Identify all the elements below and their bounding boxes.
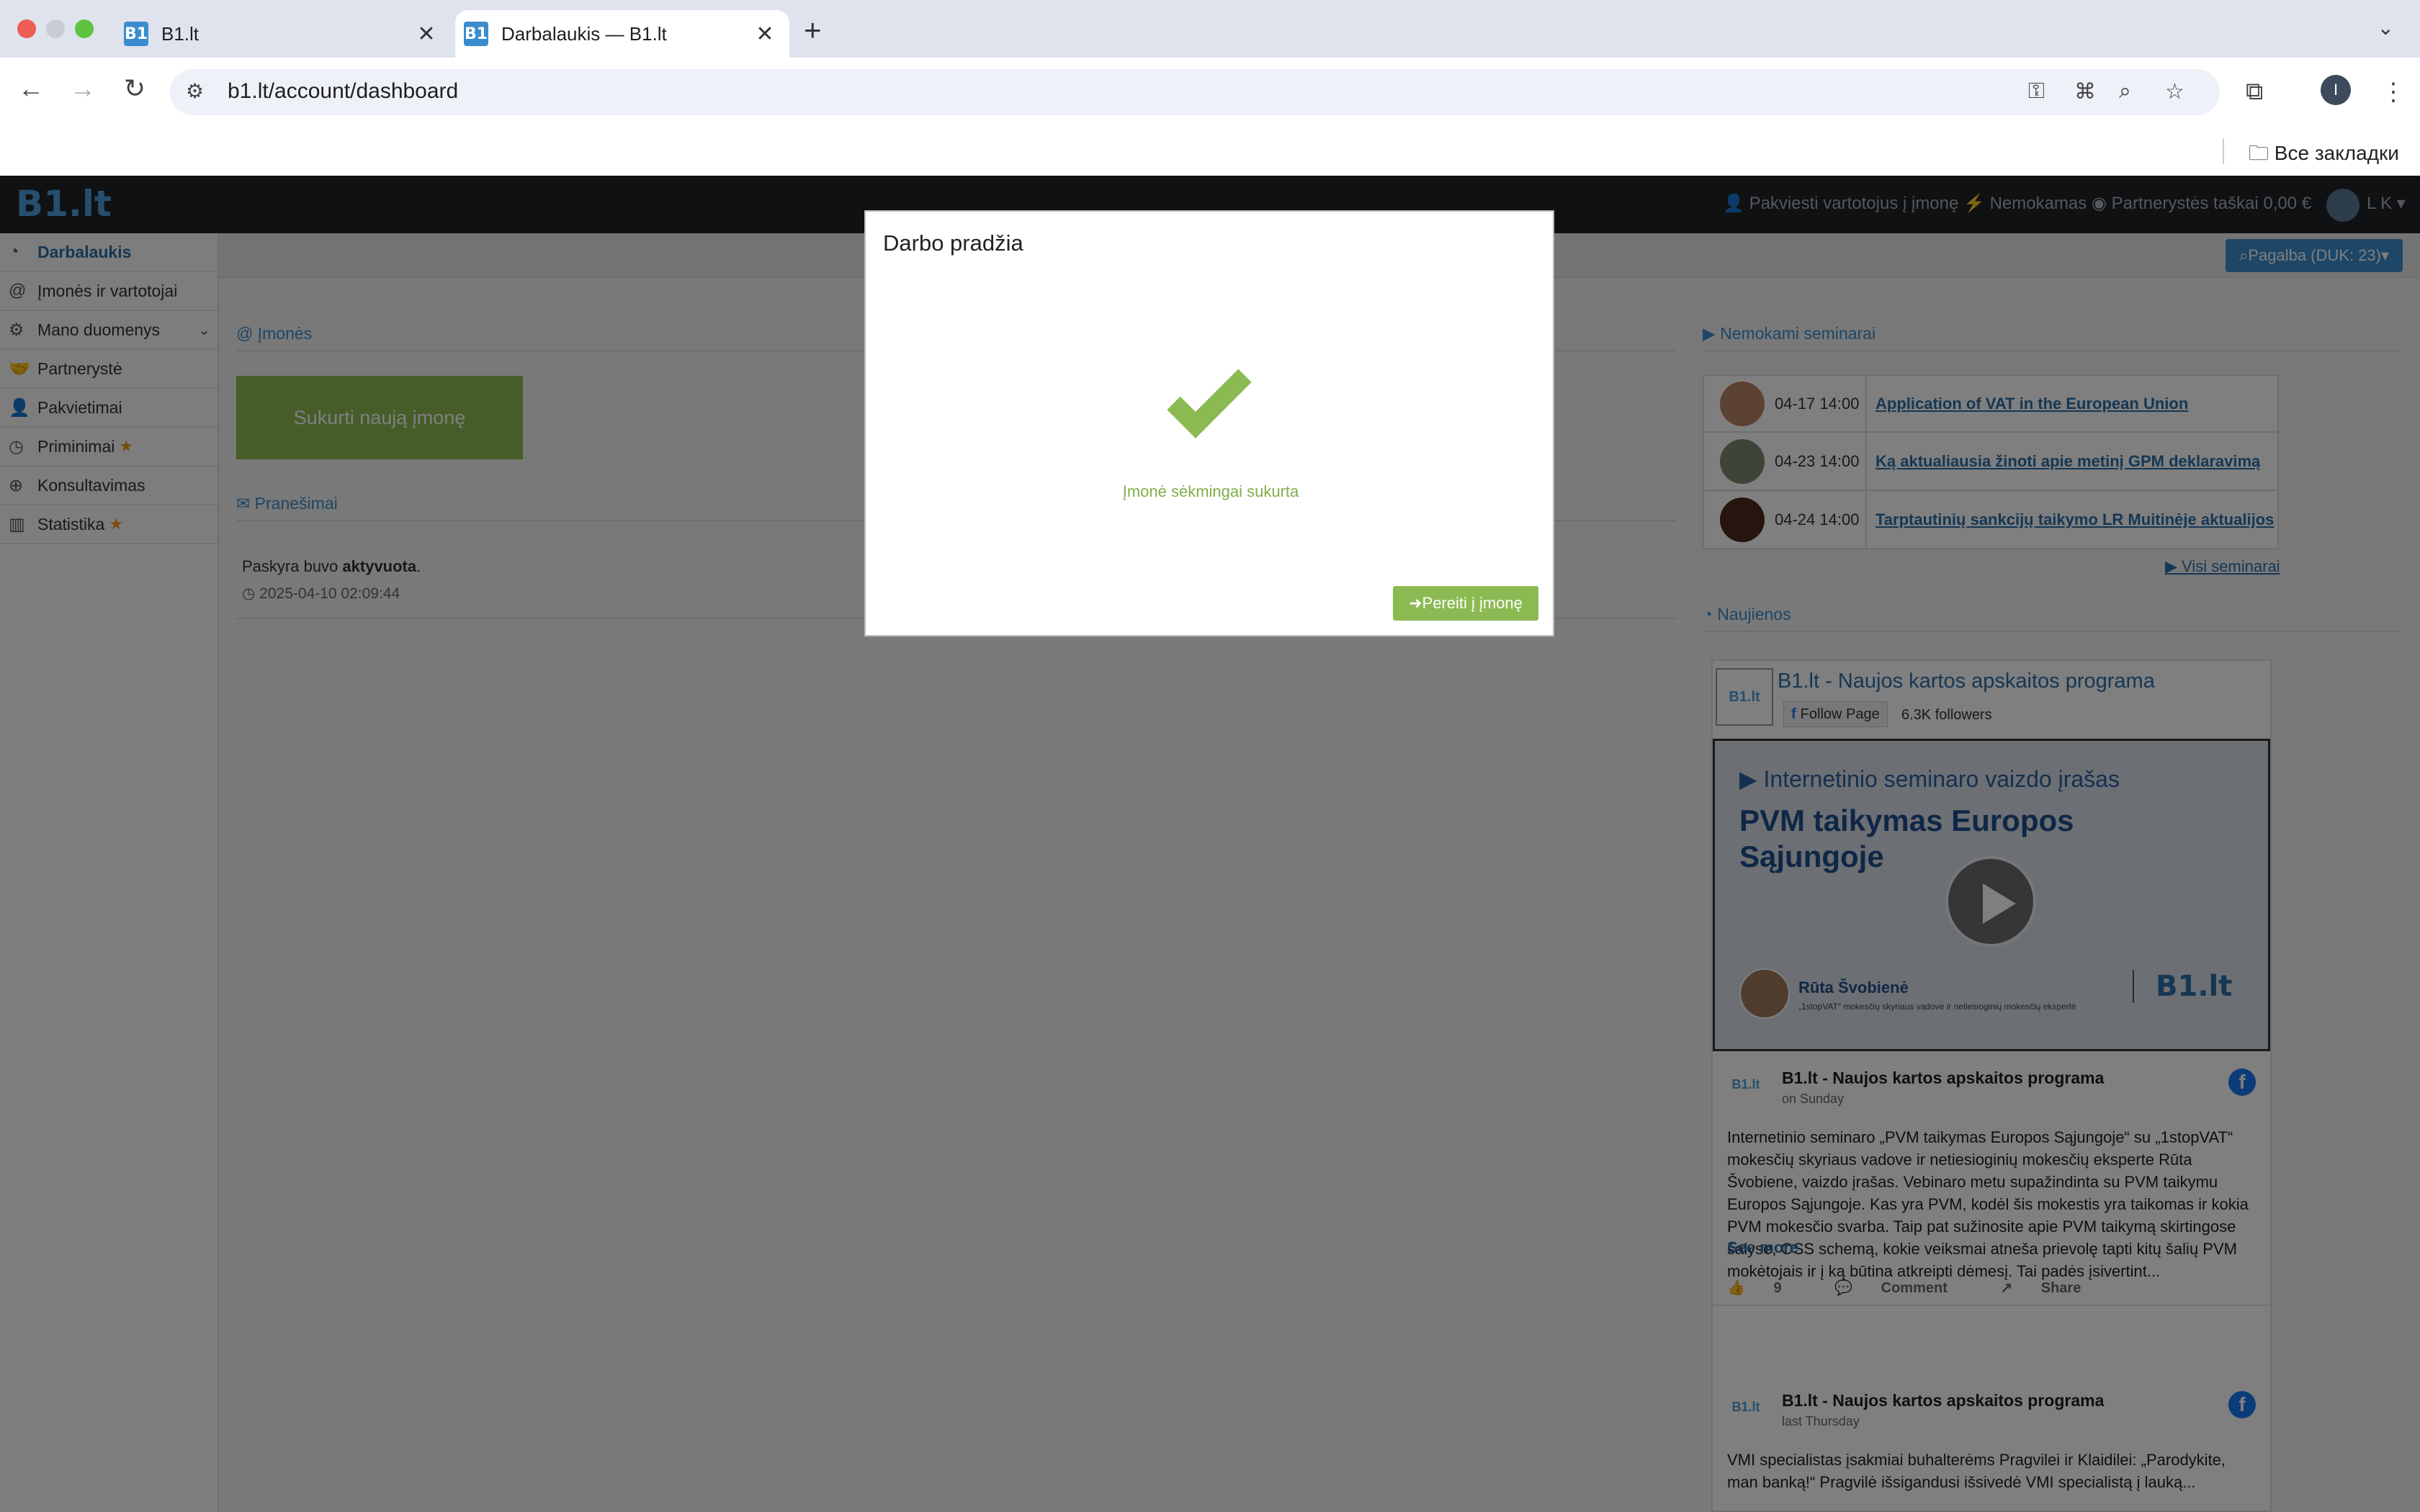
- checkmark-icon: [1167, 354, 1252, 438]
- forward-icon[interactable]: →: [65, 73, 101, 104]
- profile-avatar[interactable]: I: [2321, 75, 2351, 105]
- folder-icon: 🗀: [2249, 142, 2269, 164]
- bookmark-star-icon[interactable]: ☆: [2165, 79, 2184, 104]
- window-close-button[interactable]: [17, 19, 36, 38]
- browser-tab[interactable]: B1 B1.lt ✕: [115, 10, 451, 58]
- tab-search-chevron-icon[interactable]: ⌄: [2378, 16, 2394, 40]
- tab-title: B1.lt: [161, 22, 200, 45]
- success-message: Įmonė sėkmingai sukurta: [1122, 482, 1299, 500]
- tab-title: Darbalaukis — B1.lt: [501, 22, 667, 45]
- modal-title: Darbo pradžia: [883, 230, 1023, 256]
- zoom-icon[interactable]: ⌕: [2119, 79, 2131, 104]
- password-key-icon[interactable]: ⚿: [2028, 79, 2045, 104]
- b1-favicon-icon: B1: [464, 22, 488, 46]
- all-bookmarks-folder[interactable]: 🗀 Все закладки: [2249, 138, 2399, 173]
- extensions-icon[interactable]: ⧉: [2246, 78, 2263, 106]
- translate-icon[interactable]: ⌘: [2074, 79, 2096, 104]
- b1-favicon-icon: B1: [124, 22, 148, 46]
- new-tab-icon[interactable]: +: [804, 13, 822, 48]
- bookmarks-divider: [2223, 138, 2224, 164]
- address-bar[interactable]: ⚙ b1.lt/account/dashboard ⚿ ⌘ ⌕ ☆: [170, 69, 2220, 115]
- all-bookmarks-label: Все закладки: [2274, 142, 2399, 164]
- close-tab-icon[interactable]: ✕: [412, 22, 441, 47]
- site-info-icon[interactable]: ⚙: [186, 79, 204, 103]
- go-to-company-label: Pereiti į įmonę: [1422, 594, 1523, 612]
- url-text[interactable]: b1.lt/account/dashboard: [228, 79, 458, 104]
- window-maximize-button[interactable]: [75, 19, 94, 38]
- close-tab-icon[interactable]: ✕: [750, 22, 779, 47]
- window-minimize-button[interactable]: [46, 19, 65, 38]
- browser-tab-active[interactable]: B1 Darbalaukis — B1.lt ✕: [455, 10, 789, 58]
- company-created-modal: Darbo pradžia Įmonė sėkmingai sukurta ➜ …: [864, 210, 1554, 636]
- go-to-company-button[interactable]: ➜ Pereiti į įmonę: [1393, 586, 1538, 621]
- reload-icon[interactable]: ↻: [117, 73, 153, 104]
- browser-toolbar: ← → ↻ ⚙ b1.lt/account/dashboard ⚿ ⌘ ⌕ ☆ …: [0, 58, 2420, 127]
- browser-tab-bar: B1 B1.lt ✕ B1 Darbalaukis — B1.lt ✕ + ⌄: [0, 0, 2420, 58]
- bookmarks-bar: 🗀 Все закладки: [0, 127, 2420, 176]
- browser-menu-icon[interactable]: ⋮: [2381, 78, 2406, 107]
- arrow-right-icon: ➜: [1409, 594, 1422, 612]
- back-icon[interactable]: ←: [13, 73, 49, 104]
